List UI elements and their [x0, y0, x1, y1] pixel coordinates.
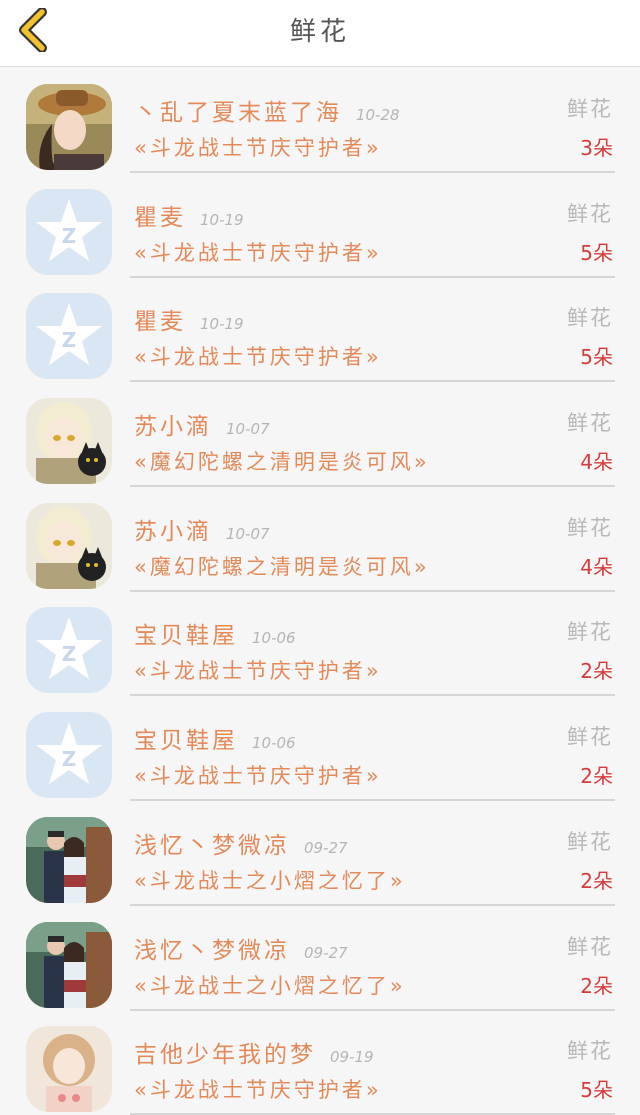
- flower-label: 鲜花: [567, 411, 613, 436]
- list-item-content: 瞿麦 10-19 «斗龙战士节庆守护者» 鲜花 5朵: [130, 276, 615, 383]
- sender-line: 苏小滴 10-07: [134, 512, 270, 546]
- avatar[interactable]: Z: [26, 293, 112, 380]
- sender-name[interactable]: 瞿麦: [134, 309, 186, 335]
- gift-date: 09-27: [304, 943, 348, 962]
- list-item-content: 浅忆丶梦微凉 09-27 «斗龙战士之小熠之忆了» 鲜花 2朵: [130, 800, 615, 906]
- sender-name[interactable]: 苏小滴: [134, 519, 212, 545]
- list-item-content: 吉他少年我的梦 09-19 «斗龙战士节庆守护者» 鲜花 5朵: [130, 1009, 615, 1115]
- gift-date: 10-19: [200, 210, 244, 229]
- sender-line: 瞿麦 10-19: [134, 198, 244, 232]
- flower-label: 鲜花: [567, 515, 613, 540]
- flower-label: 鲜花: [567, 725, 613, 750]
- flower-count: 5朵: [580, 240, 613, 265]
- sender-line: 浅忆丶梦微凉 09-27: [134, 931, 348, 965]
- flower-count: 4朵: [580, 554, 613, 579]
- svg-text:Z: Z: [62, 328, 77, 352]
- flower-count: 2朵: [580, 659, 613, 684]
- sender-line: 宝贝鞋屋 10-06: [134, 616, 296, 650]
- flower-count: 3朵: [580, 136, 613, 160]
- list-item-content: 苏小滴 10-07 «魔幻陀螺之清明是炎可风» 鲜花 4朵: [130, 486, 615, 592]
- avatar[interactable]: [26, 502, 112, 589]
- gift-title: «斗龙战士之小熠之忆了»: [134, 973, 406, 998]
- gift-title: «斗龙战士节庆守护者»: [134, 659, 382, 684]
- gift-date: 10-07: [226, 524, 270, 543]
- flower-label: 鲜花: [567, 306, 613, 331]
- list-item[interactable]: 浅忆丶梦微凉 09-27 «斗龙战士之小熠之忆了» 鲜花 2朵: [0, 905, 640, 1011]
- gift-date: 10-06: [252, 629, 296, 648]
- avatar[interactable]: Z: [26, 188, 112, 275]
- avatar[interactable]: [26, 84, 112, 170]
- list-item[interactable]: Z 宝贝鞋屋 10-06 «斗龙战士节庆守护者» 鲜花 2朵: [0, 695, 640, 802]
- sender-name[interactable]: 浅忆丶梦微凉: [134, 938, 290, 964]
- sender-line: 宝贝鞋屋 10-06: [134, 721, 296, 755]
- avatar[interactable]: [26, 921, 112, 1008]
- gift-date: 10-06: [252, 734, 296, 753]
- svg-text:Z: Z: [62, 224, 77, 248]
- svg-text:Z: Z: [62, 642, 77, 666]
- list-item-content: 苏小滴 10-07 «魔幻陀螺之清明是炎可风» 鲜花 4朵: [130, 381, 615, 488]
- gift-title: «斗龙战士之小熠之忆了»: [134, 868, 406, 893]
- sender-name[interactable]: 吉他少年我的梦: [134, 1042, 316, 1068]
- gift-title: «魔幻陀螺之清明是炎可风»: [134, 554, 430, 579]
- list-item-content: 瞿麦 10-19 «斗龙战士节庆守护者» 鲜花 5朵: [130, 172, 615, 278]
- sender-line: 丶乱了夏末蓝了海 10-28: [134, 93, 400, 127]
- sender-name[interactable]: 宝贝鞋屋: [134, 623, 238, 649]
- gift-date: 10-07: [226, 420, 270, 439]
- gift-title: «魔幻陀螺之清明是炎可风»: [134, 450, 430, 475]
- sender-name[interactable]: 丶乱了夏末蓝了海: [134, 100, 342, 126]
- avatar[interactable]: [26, 1026, 112, 1113]
- list-item-content: 宝贝鞋屋 10-06 «斗龙战士节庆守护者» 鲜花 2朵: [130, 695, 615, 802]
- gift-title: «斗龙战士节庆守护者»: [134, 136, 382, 160]
- sender-name[interactable]: 苏小滴: [134, 414, 212, 440]
- sender-name[interactable]: 浅忆丶梦微凉: [134, 833, 290, 859]
- flower-count: 5朵: [580, 1078, 613, 1103]
- flower-label: 鲜花: [567, 829, 613, 854]
- flower-label: 鲜花: [567, 1039, 613, 1064]
- list-item[interactable]: Z 瞿麦 10-19 «斗龙战士节庆守护者» 鲜花 5朵: [0, 172, 640, 278]
- list-item[interactable]: 丶乱了夏末蓝了海 10-28 «斗龙战士节庆守护者» 鲜花 3朵: [0, 67, 640, 173]
- flower-count: 2朵: [580, 764, 613, 789]
- flower-gift-list: 丶乱了夏末蓝了海 10-28 «斗龙战士节庆守护者» 鲜花 3朵 Z 瞿麦 10-19 «斗龙战…: [0, 67, 640, 1115]
- avatar[interactable]: [26, 816, 112, 903]
- list-item-content: 浅忆丶梦微凉 09-27 «斗龙战士之小熠之忆了» 鲜花 2朵: [130, 905, 615, 1011]
- gift-date: 09-27: [304, 838, 348, 857]
- list-item[interactable]: 吉他少年我的梦 09-19 «斗龙战士节庆守护者» 鲜花 5朵: [0, 1009, 640, 1115]
- list-item[interactable]: Z 瞿麦 10-19 «斗龙战士节庆守护者» 鲜花 5朵: [0, 276, 640, 383]
- list-item[interactable]: 浅忆丶梦微凉 09-27 «斗龙战士之小熠之忆了» 鲜花 2朵: [0, 800, 640, 906]
- svg-text:Z: Z: [62, 747, 77, 771]
- sender-line: 瞿麦 10-19: [134, 302, 244, 336]
- avatar[interactable]: Z: [26, 607, 112, 694]
- flower-label: 鲜花: [567, 201, 613, 226]
- list-item-content: 丶乱了夏末蓝了海 10-28 «斗龙战士节庆守护者» 鲜花 3朵: [130, 67, 615, 173]
- flower-count: 2朵: [580, 868, 613, 893]
- gift-date: 10-19: [200, 315, 244, 334]
- flower-label: 鲜花: [567, 620, 613, 645]
- sender-line: 苏小滴 10-07: [134, 407, 270, 441]
- sender-name[interactable]: 瞿麦: [134, 205, 186, 231]
- flower-label: 鲜花: [567, 934, 613, 959]
- sender-line: 浅忆丶梦微凉 09-27: [134, 826, 348, 860]
- gift-title: «斗龙战士节庆守护者»: [134, 764, 382, 789]
- gift-date: 10-28: [356, 106, 400, 124]
- gift-title: «斗龙战士节庆守护者»: [134, 345, 382, 370]
- page-title: 鲜花: [289, 17, 350, 47]
- flower-count: 5朵: [580, 345, 613, 370]
- avatar[interactable]: Z: [26, 712, 112, 799]
- flower-count: 2朵: [580, 973, 613, 998]
- list-item[interactable]: 苏小滴 10-07 «魔幻陀螺之清明是炎可风» 鲜花 4朵: [0, 486, 640, 592]
- top-bar: 鲜花: [0, 0, 640, 67]
- list-item[interactable]: 苏小滴 10-07 «魔幻陀螺之清明是炎可风» 鲜花 4朵: [0, 381, 640, 488]
- list-item-content: 宝贝鞋屋 10-06 «斗龙战士节庆守护者» 鲜花 2朵: [130, 590, 615, 697]
- gift-title: «斗龙战士节庆守护者»: [134, 240, 382, 265]
- avatar[interactable]: [26, 398, 112, 485]
- gift-title: «斗龙战士节庆守护者»: [134, 1078, 382, 1103]
- gift-date: 09-19: [330, 1048, 374, 1067]
- sender-name[interactable]: 宝贝鞋屋: [134, 728, 238, 754]
- flower-count: 4朵: [580, 450, 613, 475]
- flower-label: 鲜花: [567, 97, 613, 121]
- list-item[interactable]: Z 宝贝鞋屋 10-06 «斗龙战士节庆守护者» 鲜花 2朵: [0, 590, 640, 697]
- sender-line: 吉他少年我的梦 09-19: [134, 1035, 374, 1069]
